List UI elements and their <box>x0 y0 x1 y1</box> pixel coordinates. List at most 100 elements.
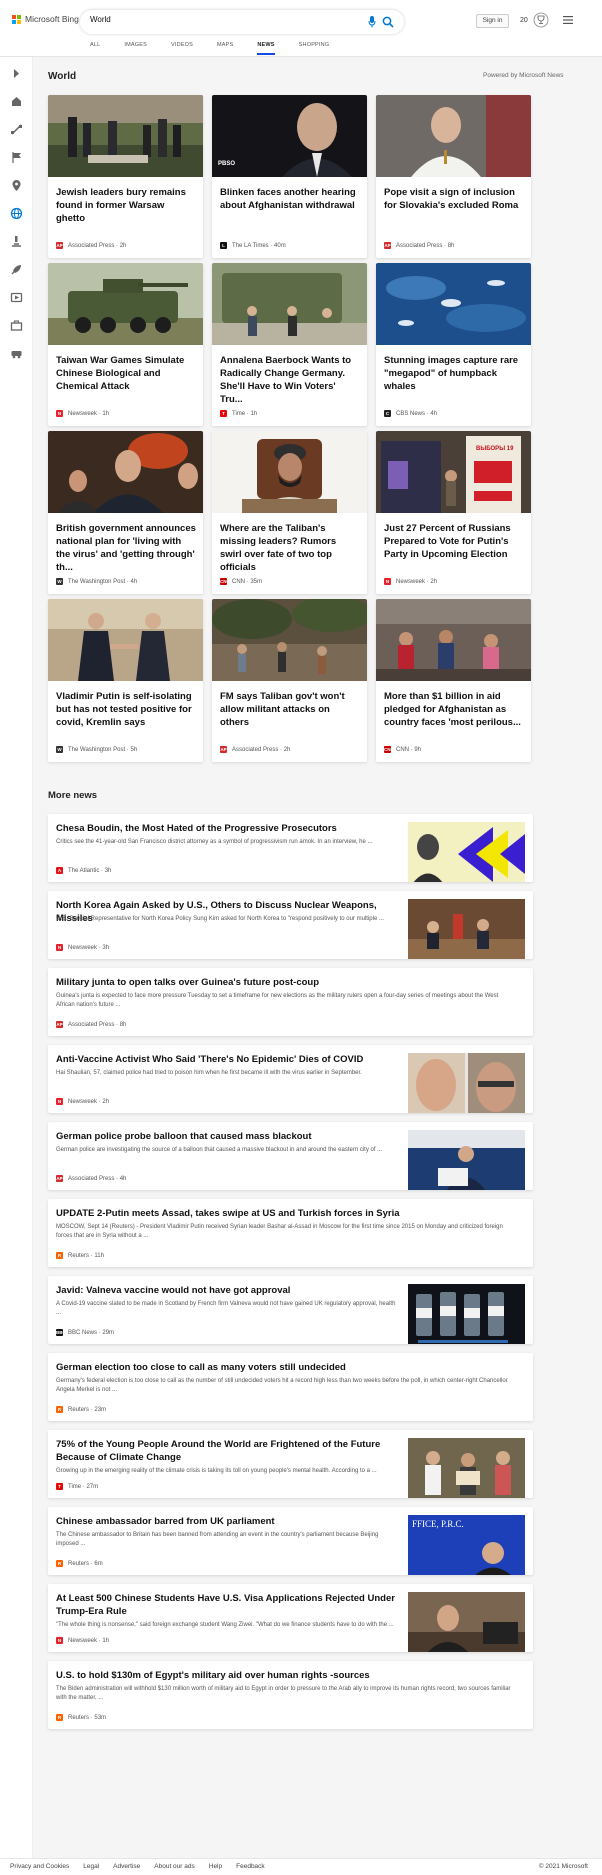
news-snippet: MOSCOW, Sept 14 (Reuters) - President Vl… <box>56 1224 503 1239</box>
reuters-logo-icon: R <box>56 1252 63 1259</box>
flag-icon[interactable] <box>10 151 23 164</box>
footer-link-help[interactable]: Help <box>209 1863 222 1870</box>
source-time: 1h <box>102 1637 110 1644</box>
news-row[interactable]: U.S. to hold $130m of Egypt's military a… <box>48 1661 533 1729</box>
source-name: Associated Press <box>68 1175 115 1182</box>
time-logo-icon: T <box>56 1483 63 1490</box>
source-time: 8h <box>119 1021 127 1028</box>
reuters-logo-icon: R <box>56 1560 63 1567</box>
bbc-news-logo-icon: BBC <box>56 1329 66 1336</box>
news-headline[interactable]: Javid: Valneva vaccine would not have go… <box>56 1284 396 1297</box>
news-snippet: "The whole thing is nonsense," said fore… <box>56 1622 394 1628</box>
car-icon[interactable] <box>10 347 23 360</box>
news-headline[interactable]: UPDATE 2-Putin meets Assad, takes swipe … <box>56 1207 516 1220</box>
news-source: R Reuters · 11h <box>56 1252 104 1259</box>
footer-link-about-ads[interactable]: About our ads <box>154 1863 194 1870</box>
news-thumbnail <box>408 1284 525 1344</box>
image-overlay-text: FFICE, P.R.C. <box>412 1519 464 1529</box>
news-source: R Reuters · 23m <box>56 1406 107 1413</box>
microsoft-logo-icon <box>12 14 21 24</box>
footer-link-feedback[interactable]: Feedback <box>236 1863 265 1870</box>
newsweek-logo-icon: N <box>56 944 63 951</box>
news-snippet: Growing up in the emerging reality of th… <box>56 1468 377 1474</box>
news-snippet: Guinea's junta is expected to face more … <box>56 993 499 1008</box>
news-row[interactable]: UPDATE 2-Putin meets Assad, takes swipe … <box>48 1199 533 1267</box>
source-time: 27m <box>86 1483 99 1490</box>
globe-icon[interactable] <box>10 207 23 220</box>
associated-press-logo-icon: AP <box>56 1021 63 1028</box>
news-source: A The Atlantic · 3h <box>56 867 112 874</box>
source-time: 3h <box>104 867 112 874</box>
source-time: 2h <box>102 1098 110 1105</box>
news-headline[interactable]: Anti-Vaccine Activist Who Said 'There's … <box>56 1053 396 1066</box>
news-row[interactable]: Javid: Valneva vaccine would not have go… <box>48 1276 533 1344</box>
source-name: Newsweek <box>68 944 98 951</box>
home-icon[interactable] <box>10 95 23 108</box>
fitness-icon[interactable] <box>10 123 23 136</box>
the-atlantic-logo-icon: A <box>56 867 63 874</box>
source-time: 53m <box>94 1714 107 1721</box>
news-snippet: The Biden administration will withhold $… <box>56 1686 511 1701</box>
source-name: BBC News <box>68 1329 98 1336</box>
expand-icon[interactable] <box>10 67 23 80</box>
footer-link-legal[interactable]: Legal <box>83 1863 99 1870</box>
source-name: The Atlantic <box>68 867 100 874</box>
news-source: AP Associated Press · 4h <box>56 1175 127 1182</box>
source-name: Reuters <box>68 1714 90 1721</box>
source-time: 4h <box>119 1175 127 1182</box>
news-source: N Newsweek · 2h <box>56 1098 110 1105</box>
news-thumbnail <box>408 899 525 959</box>
news-headline[interactable]: German election too close to call as man… <box>56 1361 516 1374</box>
briefcase-icon[interactable] <box>10 319 23 332</box>
footer-link-privacy[interactable]: Privacy and Cookies <box>10 1863 69 1870</box>
associated-press-logo-icon: AP <box>56 1175 63 1182</box>
news-thumbnail <box>408 1592 525 1652</box>
source-name: Reuters <box>68 1560 90 1567</box>
news-source: R Reuters · 53m <box>56 1714 107 1721</box>
source-name: Newsweek <box>68 1098 98 1105</box>
news-row[interactable]: Anti-Vaccine Activist Who Said 'There's … <box>48 1045 533 1113</box>
news-source: N Newsweek · 3h <box>56 944 110 951</box>
news-source: R Reuters · 6m <box>56 1560 103 1567</box>
source-name: Newsweek <box>68 1637 98 1644</box>
news-thumbnail <box>408 1130 525 1190</box>
news-row[interactable]: German police probe balloon that caused … <box>48 1122 533 1190</box>
reuters-logo-icon: R <box>56 1406 63 1413</box>
news-headline[interactable]: German police probe balloon that caused … <box>56 1130 396 1143</box>
source-name: Reuters <box>68 1252 90 1259</box>
news-row[interactable]: At Least 500 Chinese Students Have U.S. … <box>48 1584 533 1652</box>
source-time: 29m <box>102 1329 115 1336</box>
news-source: N Newsweek · 1h <box>56 1637 110 1644</box>
page-footer: Privacy and Cookies Legal Advertise Abou… <box>0 1858 602 1875</box>
news-snippet: Germany's federal election is too close … <box>56 1378 508 1393</box>
news-source: AP Associated Press · 8h <box>56 1021 127 1028</box>
news-row[interactable]: 75% of the Young People Around the World… <box>48 1430 533 1498</box>
news-thumbnail <box>408 1053 525 1113</box>
news-headline[interactable]: Military junta to open talks over Guinea… <box>56 976 516 989</box>
news-row[interactable]: North Korea Again Asked by U.S., Others … <box>48 891 533 959</box>
news-thumbnail: FFICE, P.R.C. <box>408 1515 525 1575</box>
microscope-icon[interactable] <box>10 235 23 248</box>
news-row[interactable]: Military junta to open talks over Guinea… <box>48 968 533 1036</box>
rocket-icon[interactable] <box>10 263 23 276</box>
news-row[interactable]: Chinese ambassador barred from UK parlia… <box>48 1507 533 1575</box>
news-snippet: Critics see the 41-year-old San Francisc… <box>56 839 373 845</box>
news-thumbnail <box>408 1438 525 1498</box>
news-snippet: The Chinese ambassador to Britain has be… <box>56 1532 379 1547</box>
news-row[interactable]: German election too close to call as man… <box>48 1353 533 1421</box>
news-headline[interactable]: 75% of the Young People Around the World… <box>56 1438 396 1464</box>
source-name: Reuters <box>68 1406 90 1413</box>
location-icon[interactable] <box>10 179 23 192</box>
news-category-rail <box>0 57 33 1858</box>
source-name: Time <box>68 1483 82 1490</box>
news-headline[interactable]: Chesa Boudin, the Most Hated of the Prog… <box>56 822 396 835</box>
entertainment-icon[interactable] <box>10 291 23 304</box>
news-headline[interactable]: U.S. to hold $130m of Egypt's military a… <box>56 1669 516 1682</box>
news-snippet: German police are investigating the sour… <box>56 1147 383 1153</box>
source-name: Associated Press <box>68 1021 115 1028</box>
footer-link-advertise[interactable]: Advertise <box>113 1863 140 1870</box>
newsweek-logo-icon: N <box>56 1098 63 1105</box>
news-headline[interactable]: At Least 500 Chinese Students Have U.S. … <box>56 1592 396 1618</box>
news-row[interactable]: Chesa Boudin, the Most Hated of the Prog… <box>48 814 533 882</box>
news-headline[interactable]: Chinese ambassador barred from UK parlia… <box>56 1515 396 1528</box>
